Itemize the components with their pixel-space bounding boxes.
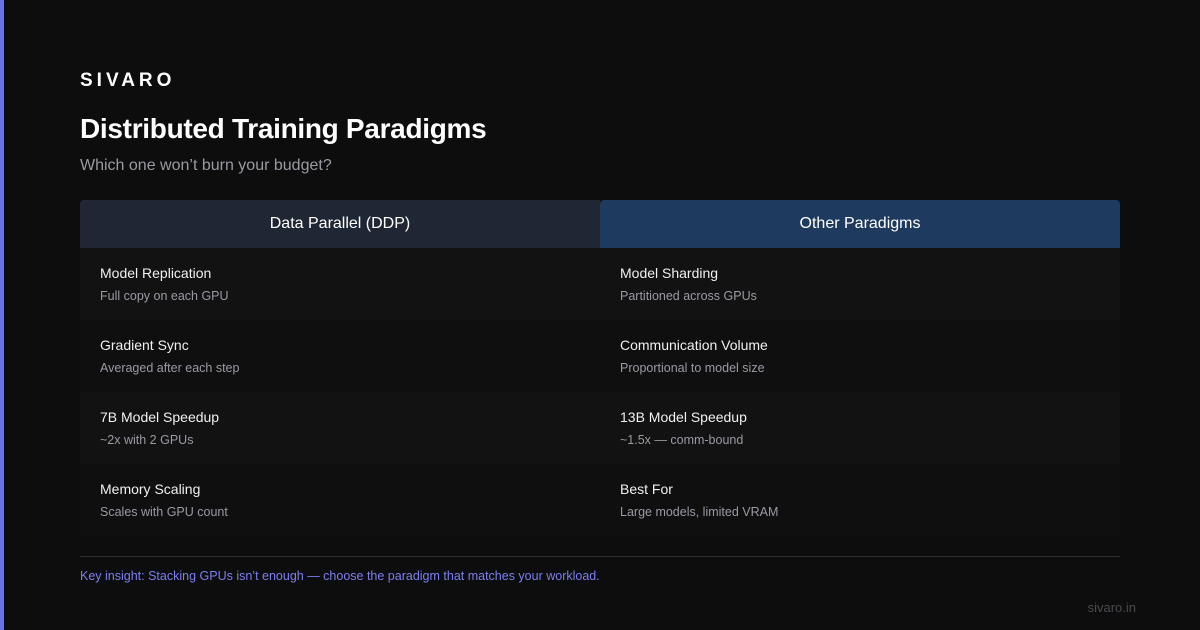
key-insight: Key insight: Stacking GPUs isn’t enough … bbox=[80, 569, 600, 583]
column-header-other: Other Paradigms bbox=[600, 200, 1120, 248]
table-cell: Communication Volume Proportional to mod… bbox=[600, 320, 1120, 392]
column-header-ddp: Data Parallel (DDP) bbox=[80, 200, 600, 248]
table-cell: Memory Scaling Scales with GPU count bbox=[80, 464, 600, 536]
cell-label: Communication Volume bbox=[620, 337, 768, 353]
cell-label: Best For bbox=[620, 481, 673, 497]
site-link[interactable]: sivaro.in bbox=[1088, 600, 1136, 615]
cell-description: Proportional to model size bbox=[620, 361, 765, 375]
divider bbox=[80, 556, 1120, 557]
cell-label: Model Replication bbox=[100, 265, 212, 281]
table-cell: 7B Model Speedup ~2x with 2 GPUs bbox=[80, 392, 600, 464]
cell-label: 13B Model Speedup bbox=[620, 409, 747, 425]
table-cell: Model Replication Full copy on each GPU bbox=[80, 248, 600, 320]
cell-description: Scales with GPU count bbox=[100, 505, 228, 519]
comparison-table: Data Parallel (DDP) Other Paradigms Mode… bbox=[80, 200, 1120, 536]
cell-description: Large models, limited VRAM bbox=[620, 505, 779, 519]
cell-label: Memory Scaling bbox=[100, 481, 201, 497]
page-subtitle: Which one won’t burn your budget? bbox=[80, 157, 332, 174]
cell-description: ~1.5x — comm-bound bbox=[620, 433, 744, 447]
cell-label: Model Sharding bbox=[620, 265, 719, 281]
cell-description: Partitioned across GPUs bbox=[620, 289, 757, 303]
accent-bar bbox=[0, 0, 4, 630]
page-title: Distributed Training Paradigms bbox=[80, 113, 487, 144]
table-cell: 13B Model Speedup ~1.5x — comm-bound bbox=[600, 392, 1120, 464]
cell-description: ~2x with 2 GPUs bbox=[100, 433, 194, 447]
cell-description: Averaged after each step bbox=[100, 361, 240, 375]
cell-description: Full copy on each GPU bbox=[100, 289, 229, 303]
brand-logo: SIVARO bbox=[80, 70, 176, 91]
cell-label: 7B Model Speedup bbox=[100, 409, 220, 425]
cell-label: Gradient Sync bbox=[100, 337, 189, 353]
table-cell: Best For Large models, limited VRAM bbox=[600, 464, 1120, 536]
table-cell: Model Sharding Partitioned across GPUs bbox=[600, 248, 1120, 320]
table-cell: Gradient Sync Averaged after each step bbox=[80, 320, 600, 392]
